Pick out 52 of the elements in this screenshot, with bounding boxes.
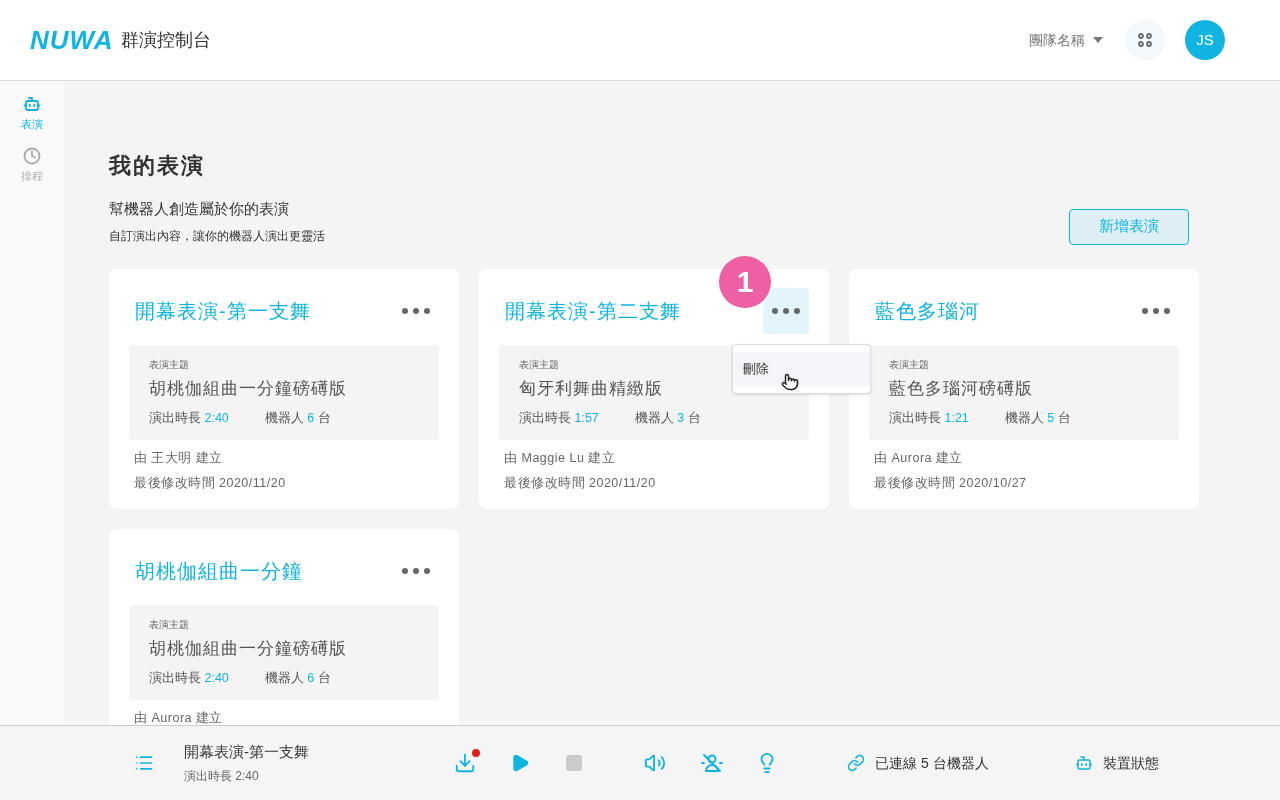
duration-text: 演出時長 2:40 <box>149 670 229 687</box>
grid-icon <box>1138 33 1152 47</box>
theme-label: 表演主題 <box>889 357 929 372</box>
card-title: 開幕表演-第一支舞 <box>134 298 311 324</box>
pointer-cursor-icon <box>781 372 799 391</box>
modified-date: 最後修改時間 2020/10/27 <box>874 474 1028 492</box>
theme-name: 胡桃伽組曲一分鐘磅礡版 <box>149 377 347 400</box>
creator-text: 由 Aurora 建立 <box>874 449 964 467</box>
performance-card[interactable]: 胡桃伽組曲一分鐘 表演主題 胡桃伽組曲一分鐘磅礡版 演出時長 2:40 機器人 6 台 由 Aurora 建立 <box>109 528 459 725</box>
robot-icon <box>23 95 41 113</box>
robot-count-text: 機器人 6 台 <box>264 410 331 427</box>
duration-text: 演出時長 2:40 <box>149 410 229 427</box>
creator-text: 由 Maggie Lu 建立 <box>504 449 617 467</box>
clock-icon <box>23 146 41 165</box>
app-title: 群演控制台 <box>121 28 212 52</box>
duration-text: 演出時長 1:57 <box>519 410 599 427</box>
caret-icon <box>1093 37 1103 43</box>
performance-card[interactable]: 藍色多瑙河 表演主題 藍色多瑙河磅礡版 演出時長 1:21 機器人 5 台 由 Aurora 建立 最後修改時間 2020/10/27 <box>849 268 1199 509</box>
page-title: 我的表演 <box>109 152 206 180</box>
step-badge: 1 <box>719 255 771 308</box>
team-dropdown[interactable]: 團隊名稱 <box>1029 29 1103 51</box>
creator-text: 由 王大明 建立 <box>134 449 224 467</box>
modified-date: 最後修改時間 2020/11/20 <box>134 474 287 492</box>
player-title: 開幕表演-第一支舞 <box>184 741 310 762</box>
modified-date: 最後修改時間 2020/11/20 <box>504 474 657 492</box>
card-title: 開幕表演-第二支舞 <box>504 298 681 324</box>
card-title: 藍色多瑙河 <box>874 298 980 324</box>
duration-text: 演出時長 1:21 <box>889 410 969 427</box>
robot-count-text: 機器人 5 台 <box>1004 410 1071 427</box>
theme-label: 表演主題 <box>149 617 189 632</box>
download-icon[interactable] <box>454 752 476 774</box>
robot-icon <box>1074 754 1093 772</box>
theme-label: 表演主題 <box>519 357 559 372</box>
page-subtitle: 幫機器人創造屬於你的表演 <box>109 199 290 219</box>
device-status-button[interactable]: 裝置狀態 <box>1074 752 1159 774</box>
logo: NUWA <box>30 23 114 57</box>
page-description: 自訂演出內容，讓你的機器人演出更靈活 <box>109 227 325 245</box>
robot-count-text: 機器人 6 台 <box>264 670 331 687</box>
performance-card[interactable]: 開幕表演-第一支舞 表演主題 胡桃伽組曲一分鐘磅礡版 演出時長 2:40 機器人 6 台 由 王大明 建立 最後修改時間 2020/11/20 <box>109 268 459 509</box>
more-button[interactable] <box>763 287 809 334</box>
theme-label: 表演主題 <box>149 357 189 372</box>
player-duration: 演出時長 2:40 <box>184 768 260 786</box>
connection-status: 已連線 5 台機器人 <box>875 753 989 773</box>
apps-button[interactable] <box>1125 20 1165 60</box>
card-title: 胡桃伽組曲一分鐘 <box>134 558 303 584</box>
robot-count-text: 機器人 3 台 <box>634 410 701 427</box>
creator-text: 由 Aurora 建立 <box>134 709 224 725</box>
theme-name: 匈牙利舞曲精緻版 <box>519 377 663 400</box>
theme-name: 藍色多瑙河磅礡版 <box>889 377 1033 400</box>
link-icon <box>847 754 865 772</box>
theme-name: 胡桃伽組曲一分鐘磅礡版 <box>149 637 347 660</box>
menu-item[interactable]: 刪除 <box>733 351 870 386</box>
